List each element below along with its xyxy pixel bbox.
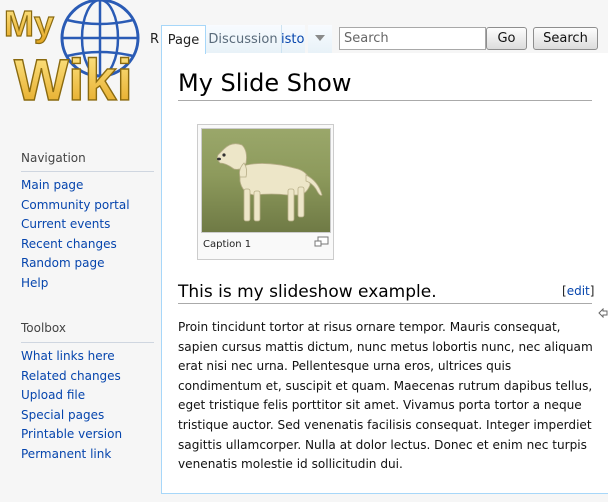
section-divider [178, 303, 592, 304]
enlarge-icon[interactable] [314, 236, 329, 247]
navigation-list: Main page Community portal Current event… [21, 176, 130, 294]
sidebar-item-upload-file[interactable]: Upload file [21, 386, 122, 406]
resize-handle-icon[interactable] [598, 308, 608, 318]
logo-text-wiki: Wiki [14, 48, 133, 113]
tab-clipped[interactable]: R [150, 27, 161, 53]
section-heading: This is my slideshow example. [178, 282, 437, 302]
sidebar-item-random-page[interactable]: Random page [21, 254, 130, 274]
title-divider [178, 100, 592, 101]
body-paragraph: Proin tincidunt tortor at risus ornare t… [178, 320, 593, 472]
sidebar-item-related-changes[interactable]: Related changes [21, 367, 122, 387]
thumbnail-frame: Caption 1 [197, 124, 334, 260]
toolbox-list: What links here Related changes Upload f… [21, 347, 122, 465]
navigation-heading: Navigation [21, 151, 86, 165]
toolbox-divider [21, 342, 154, 343]
sidebar-item-permanent-link[interactable]: Permanent link [21, 445, 122, 465]
sidebar-item-community-portal[interactable]: Community portal [21, 196, 130, 216]
thumbnail-caption: Caption 1 [203, 239, 252, 250]
tab-history[interactable]: istory [281, 25, 305, 53]
sidebar-item-recent-changes[interactable]: Recent changes [21, 235, 130, 255]
actions-dropdown-arrow-icon[interactable] [308, 25, 332, 53]
navigation-divider [21, 171, 154, 172]
sidebar-item-main-page[interactable]: Main page [21, 176, 130, 196]
sidebar-item-help[interactable]: Help [21, 274, 130, 294]
go-button[interactable]: Go [486, 27, 527, 50]
search-button[interactable]: Search [533, 27, 598, 50]
edit-section-link: [edit] [562, 284, 595, 298]
toolbox-heading: Toolbox [21, 321, 66, 335]
sidebar-item-special-pages[interactable]: Special pages [21, 406, 122, 426]
wiki-logo[interactable]: My Wiki [0, 0, 150, 130]
sidebar-item-what-links-here[interactable]: What links here [21, 347, 122, 367]
dog-image[interactable] [201, 128, 331, 233]
logo-text-my: My [4, 3, 54, 44]
search-input[interactable] [339, 27, 486, 50]
tab-page[interactable]: Page [161, 25, 206, 54]
sidebar-item-current-events[interactable]: Current events [21, 215, 130, 235]
tab-discussion[interactable]: Discussion [205, 25, 282, 53]
content-area: My Slide Show Caption 1 This is my slide… [161, 53, 608, 494]
sidebar-item-printable-version[interactable]: Printable version [21, 425, 122, 445]
page-title: My Slide Show [178, 69, 352, 97]
edit-link-label[interactable]: edit [567, 284, 590, 298]
